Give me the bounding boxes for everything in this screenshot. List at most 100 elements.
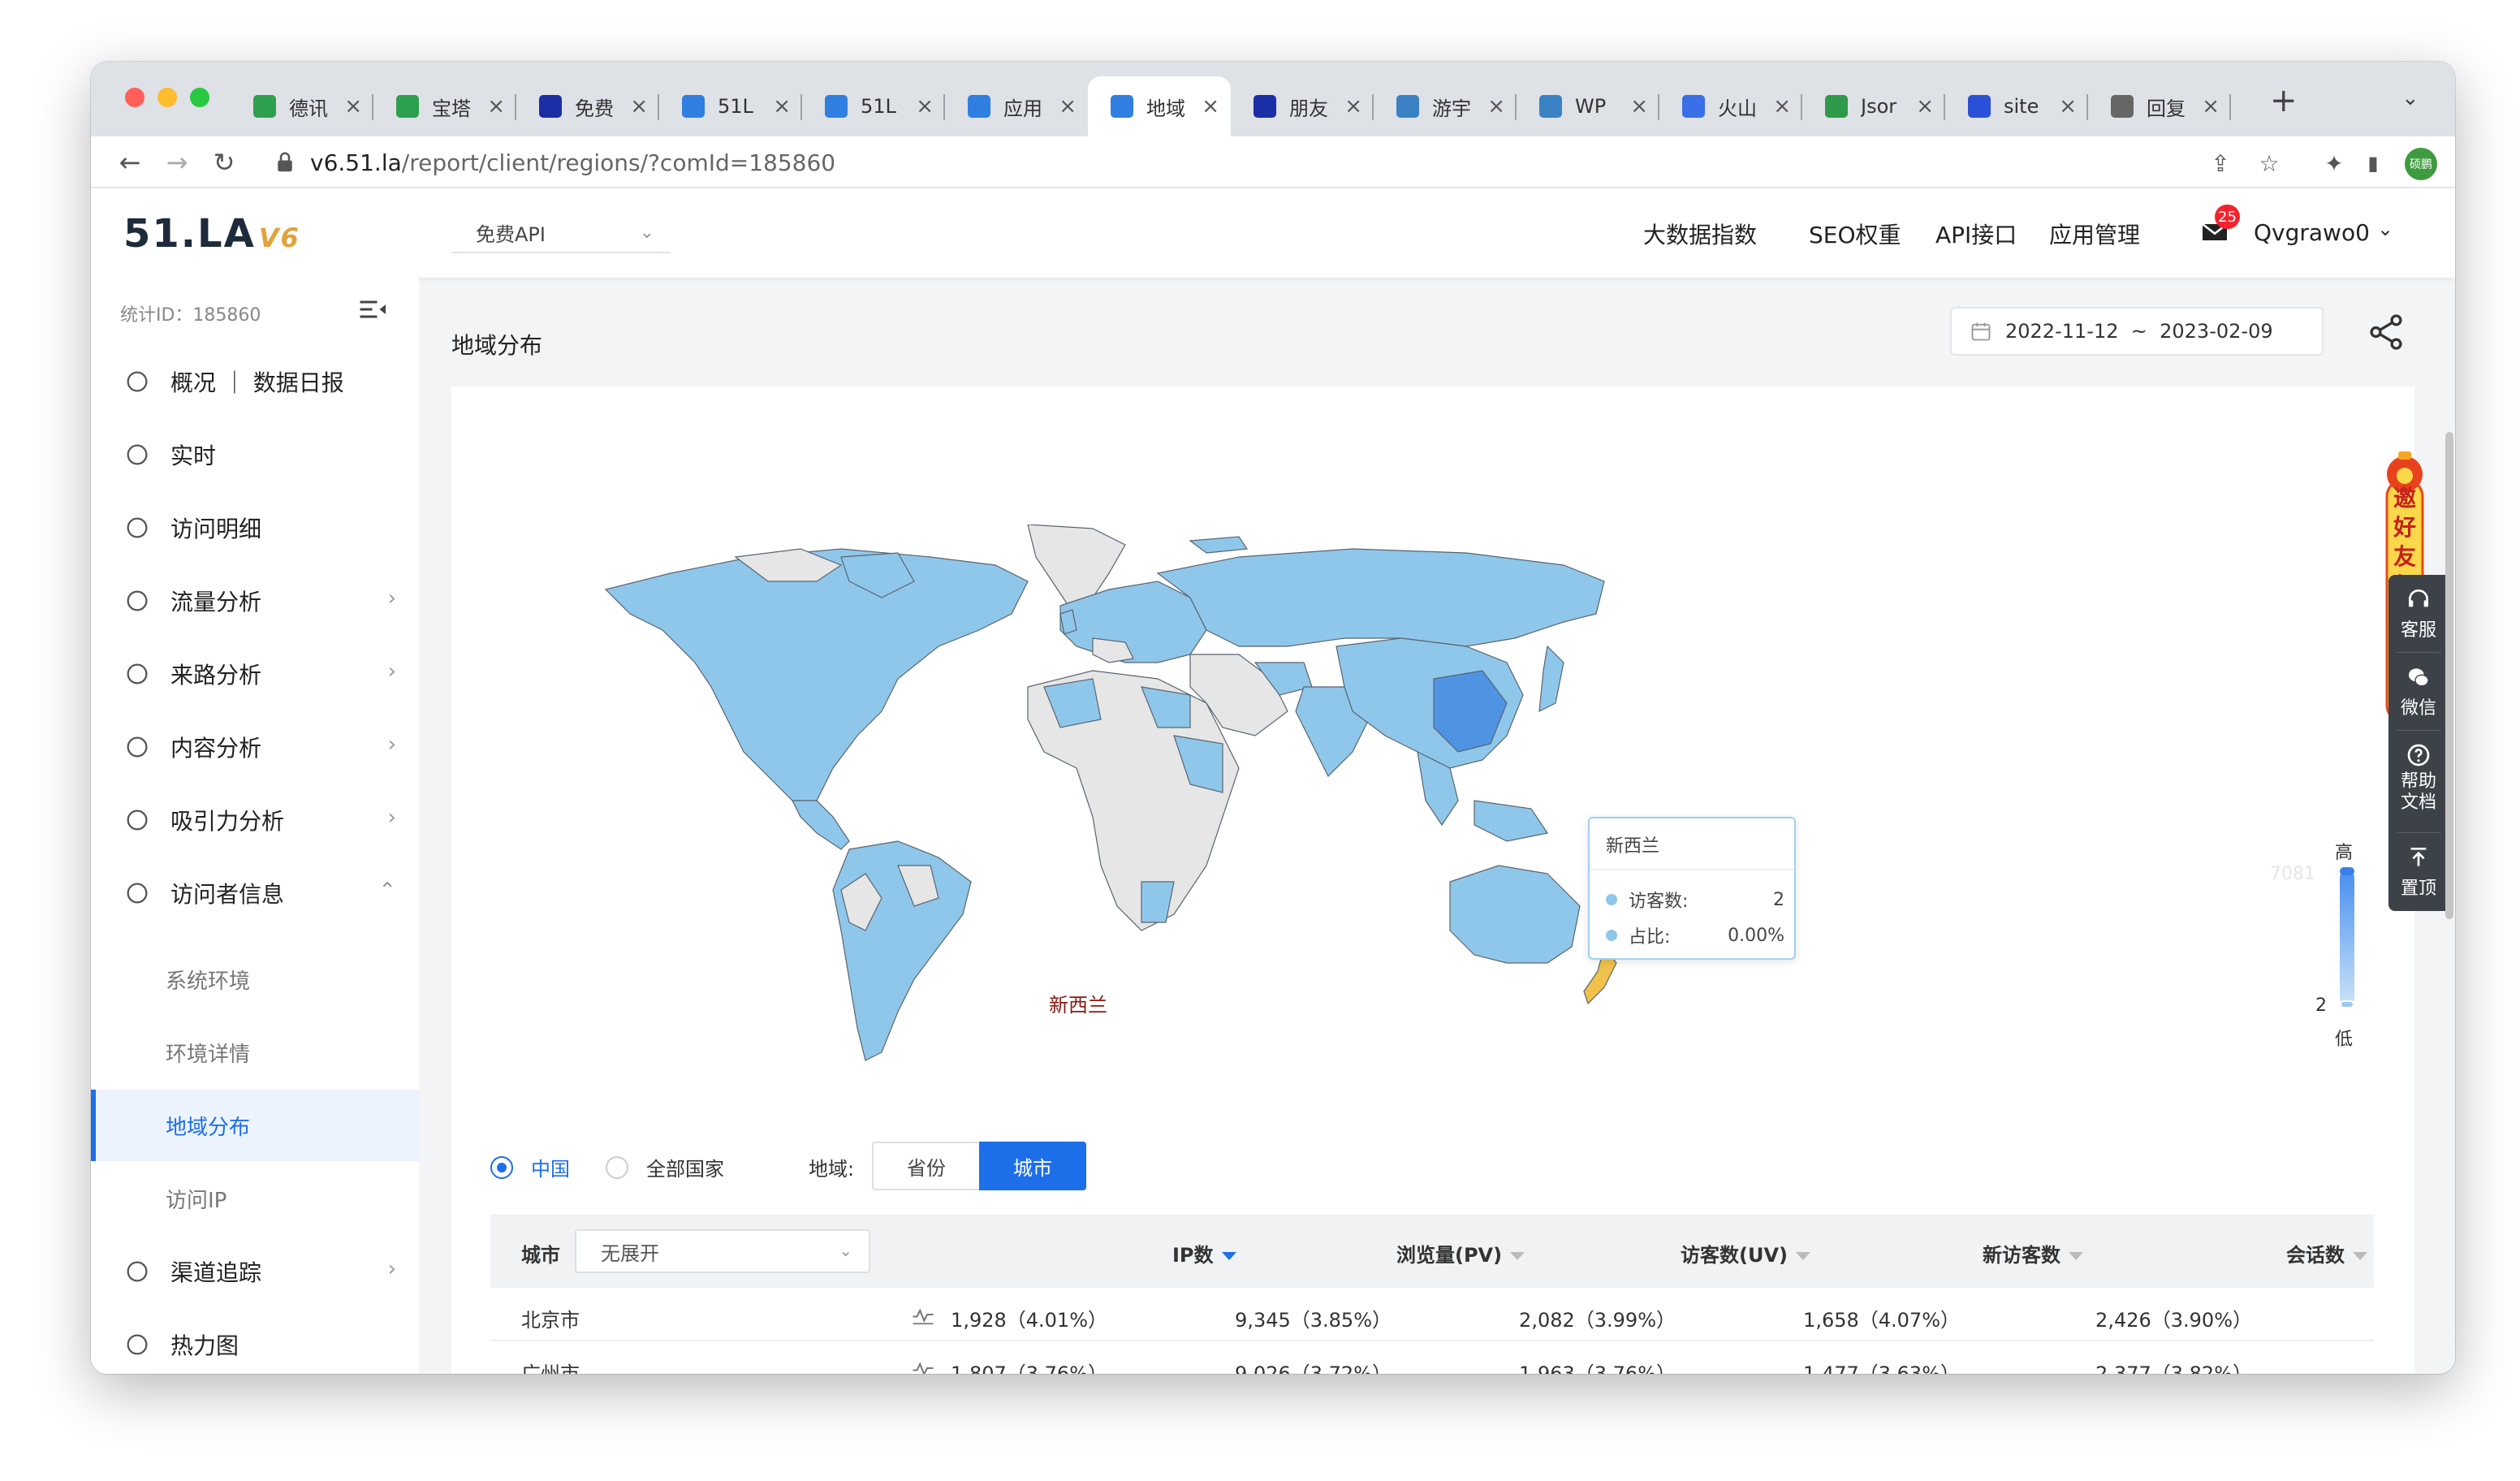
browser-tab[interactable]: WP × (1517, 76, 1659, 136)
side-panel-icon[interactable]: ▮ (2358, 148, 2388, 179)
browser-tab[interactable]: 火山 × (1659, 76, 1802, 136)
nav-app-management[interactable]: 应用管理 (2049, 218, 2140, 250)
sidebar-item[interactable]: 来路分析 › (91, 641, 419, 706)
sidebar-item[interactable]: 流量分析 › (91, 568, 419, 633)
sidebar-subitem[interactable]: 系统环境 (91, 943, 419, 1015)
sidebar-item[interactable]: 访问明细 (91, 495, 419, 560)
address-bar[interactable]: v6.51.la/report/client/regions/?comId=18… (261, 143, 2242, 182)
map-russia[interactable] (1156, 548, 1605, 647)
chevron-down-icon[interactable]: ⌄ (2377, 218, 2393, 240)
api-plan-select[interactable]: 免费API ⌄ (451, 213, 671, 253)
lock-icon (278, 152, 292, 172)
wechat-button[interactable]: 微信 (2388, 653, 2449, 731)
sidebar-item-label: 流量分析 (170, 589, 262, 615)
sidebar-item[interactable]: 访问者信息 ⌃ (91, 861, 419, 926)
share-page-icon[interactable]: ⇪ (2205, 148, 2236, 179)
tab-close-icon[interactable]: × (1202, 94, 1219, 119)
stat-id: 统计ID：185860 (120, 305, 261, 326)
tooltip-ratio-row: 占比: 0.00% (1606, 922, 1784, 948)
browser-tab[interactable]: 51L × (659, 76, 802, 136)
map-north-america[interactable] (604, 548, 1029, 801)
share-icon[interactable] (2366, 312, 2406, 352)
browser-tab[interactable]: 应用 × (945, 76, 1088, 136)
browser-tab[interactable]: 游宇 × (1374, 76, 1517, 136)
profile-avatar[interactable]: 硕鹏 (2405, 148, 2437, 180)
sidebar-subitem[interactable]: 地域分布 (91, 1090, 419, 1161)
browser-tab[interactable]: Jsor × (1802, 76, 1945, 136)
bookmark-star-icon[interactable]: ☆ (2254, 148, 2285, 179)
table-row[interactable]: 广州市 1,807（3.76%） 9,026（3.72%） 1,963（3.76%） 1… (490, 1341, 2374, 1374)
browser-tab[interactable]: 朋友 × (1231, 76, 1374, 136)
tab-close-icon[interactable]: × (1916, 94, 1934, 119)
minimize-window-button[interactable] (158, 88, 177, 107)
trend-chart-icon[interactable] (911, 1302, 935, 1327)
column-new-visitors[interactable]: 新访客数 (1983, 1239, 2083, 1267)
new-tab-button[interactable]: + (2270, 84, 2298, 117)
browser-tab[interactable]: 51L × (802, 76, 945, 136)
browser-tab[interactable]: 回复 × (2088, 76, 2231, 136)
sidebar-subitem[interactable]: 访问IP (91, 1163, 419, 1234)
collapse-menu-icon[interactable] (359, 297, 388, 322)
radio-china[interactable]: 中国 (490, 1153, 570, 1181)
nav-api[interactable]: API接口 (1935, 218, 2017, 250)
column-uv[interactable]: 访客数(UV) (1681, 1239, 1810, 1267)
url-text[interactable]: v6.51.la/report/client/regions/?comId=18… (310, 149, 835, 176)
legend-top-handle[interactable] (2340, 867, 2354, 875)
reload-icon[interactable]: ↻ (206, 145, 242, 180)
browser-tab[interactable]: site × (1945, 76, 2088, 136)
browser-tab[interactable]: 宝塔 × (373, 76, 516, 136)
tab-close-icon[interactable]: × (2202, 94, 2220, 119)
sidebar-item[interactable]: 内容分析 › (91, 715, 419, 779)
map-japan[interactable] (1538, 645, 1564, 713)
date-range-picker[interactable]: 2022-11-12 ~ 2023-02-09 (1950, 307, 2324, 356)
browser-tab[interactable]: 免费 × (516, 76, 659, 136)
tab-close-icon[interactable]: × (487, 94, 505, 119)
column-ip[interactable]: IP数 (1172, 1239, 1236, 1267)
nav-seo-weight[interactable]: SEO权重 (1809, 218, 1901, 250)
tab-close-icon[interactable]: × (916, 94, 934, 119)
sidebar-item[interactable]: 吸引力分析 › (91, 788, 419, 853)
tab-favicon-icon (968, 95, 990, 118)
column-pv[interactable]: 浏览量(PV) (1396, 1239, 1525, 1267)
back-arrow-icon[interactable]: ← (112, 145, 148, 180)
trend-chart-icon[interactable] (911, 1356, 935, 1374)
username[interactable]: Qvgrawo0 (2254, 219, 2370, 246)
legend-gradient-bar[interactable] (2340, 870, 2354, 1005)
maximize-window-button[interactable] (190, 88, 209, 107)
browser-tab[interactable]: 德讯 × (231, 76, 373, 136)
browser-tab[interactable]: 地域 × (1088, 76, 1231, 136)
back-to-top-button[interactable]: 置顶 (2388, 833, 2449, 911)
segment-province[interactable]: 省份 (872, 1142, 979, 1190)
extensions-puzzle-icon[interactable]: ✦ (2319, 148, 2350, 179)
close-window-button[interactable] (125, 88, 145, 107)
column-sessions[interactable]: 会话数 (2286, 1239, 2367, 1267)
tab-close-icon[interactable]: × (2059, 94, 2077, 119)
sidebar-item[interactable]: 实时 (91, 422, 419, 487)
table-row[interactable]: 北京市 1,928（4.01%） 9,345（3.85%） 2,082（3.99%） 1… (490, 1288, 2374, 1341)
tab-search-chevron-icon[interactable]: ⌄ (2401, 86, 2419, 110)
help-docs-button[interactable]: 帮助文档 (2388, 731, 2449, 833)
mail-icon (127, 883, 148, 904)
sidebar-subitem[interactable]: 环境详情 (91, 1017, 419, 1088)
site-logo[interactable]: 51.LA V6 (123, 211, 300, 257)
tab-close-icon[interactable]: × (1344, 94, 1362, 119)
tab-close-icon[interactable]: × (1630, 94, 1648, 119)
tab-close-icon[interactable]: × (1487, 94, 1505, 119)
tab-close-icon[interactable]: × (1773, 94, 1791, 119)
sidebar-item[interactable]: 渠道追踪 › (91, 1239, 419, 1304)
page-scrollbar[interactable] (2445, 432, 2453, 919)
tab-close-icon[interactable]: × (630, 94, 648, 119)
tab-close-icon[interactable]: × (1059, 94, 1077, 119)
map-australia[interactable] (1449, 865, 1581, 964)
sidebar-item[interactable]: 热力图 (91, 1312, 419, 1374)
city-expand-select[interactable]: 无展开 ⌄ (575, 1229, 870, 1273)
segment-city[interactable]: 城市 (979, 1142, 1086, 1190)
forward-arrow-icon[interactable]: → (159, 145, 195, 180)
tab-close-icon[interactable]: × (773, 94, 791, 119)
legend-bottom-handle[interactable] (2340, 1000, 2354, 1008)
tab-close-icon[interactable]: × (344, 94, 362, 119)
radio-all-countries[interactable]: 全部国家 (606, 1153, 724, 1181)
customer-service-button[interactable]: 客服 (2388, 575, 2449, 653)
sidebar-item[interactable]: 概况 ｜ 数据日报 (91, 349, 419, 414)
nav-big-data[interactable]: 大数据指数 (1643, 218, 1757, 250)
